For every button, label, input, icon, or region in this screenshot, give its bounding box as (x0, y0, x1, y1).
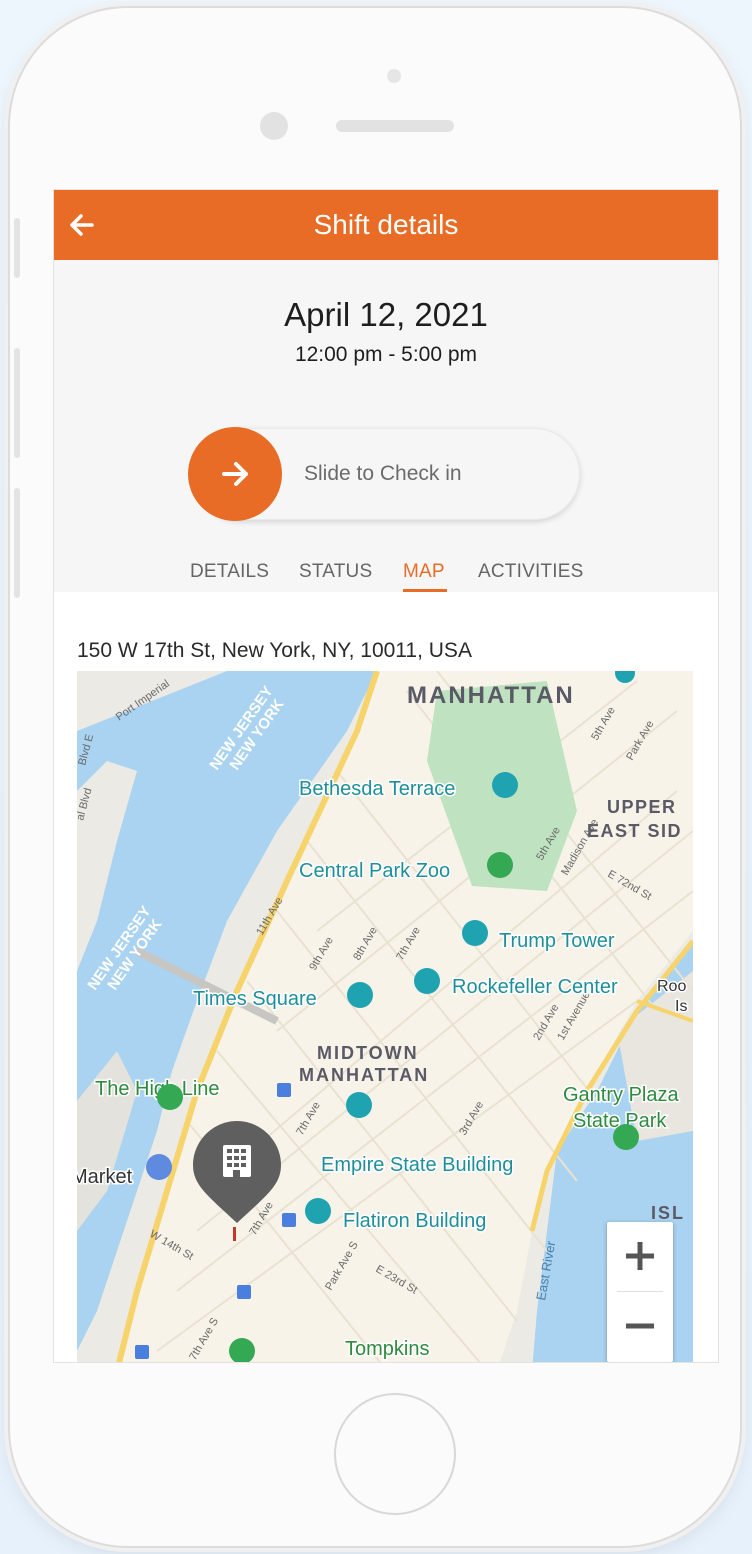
map-area-label: EAST SID (587, 821, 682, 841)
mute-switch (14, 218, 20, 278)
shift-address: 150 W 17th St, New York, NY, 10011, USA (77, 639, 472, 662)
zoom-in-button[interactable] (607, 1222, 673, 1291)
check-in-slider-label: Slide to Check in (304, 462, 462, 485)
map-zoom-controls (607, 1222, 673, 1362)
app-screen: Shift details April 12, 2021 12:00 pm - … (53, 189, 719, 1363)
poi-label: Trump Tower (499, 930, 615, 952)
proximity-sensor (387, 69, 401, 83)
tab-status[interactable]: STATUS (299, 561, 372, 583)
map-canvas: MANHATTAN UPPER EAST SID MIDTOWN MANHATT… (77, 671, 693, 1362)
arrow-right-icon (222, 462, 248, 486)
poi-label: Central Park Zoo (299, 860, 450, 882)
earpiece-speaker (336, 120, 454, 132)
map-area-label: MANHATTAN (407, 682, 575, 709)
tab-details[interactable]: DETAILS (190, 561, 269, 583)
zoom-out-button[interactable] (607, 1292, 673, 1361)
volume-down-button (14, 488, 20, 598)
map-area-label: ISL (651, 1203, 685, 1223)
plus-icon (626, 1242, 654, 1270)
volume-up-button (14, 348, 20, 458)
shift-time-range: 12:00 pm - 5:00 pm (294, 343, 478, 366)
poi-label: Rockefeller Center (452, 976, 618, 998)
map-area-label: UPPER (607, 797, 677, 817)
poi-label: Market (77, 1166, 133, 1188)
poi-label: Gantry Plaza (563, 1084, 679, 1106)
shift-date: April 12, 2021 (284, 296, 488, 333)
map-view[interactable]: MANHATTAN UPPER EAST SID MIDTOWN MANHATT… (77, 671, 693, 1362)
poi-label: Roo (657, 978, 686, 995)
home-button[interactable] (334, 1393, 456, 1515)
page-title: Shift details (313, 209, 459, 240)
minus-icon (626, 1323, 654, 1329)
poi-label: Is (675, 998, 687, 1015)
app-bar: Shift details (54, 190, 718, 260)
tab-activities[interactable]: ACTIVITIES (478, 561, 583, 583)
active-tab-indicator (403, 589, 447, 592)
front-camera (260, 112, 288, 140)
check-in-slider-knob[interactable] (188, 427, 282, 521)
map-area-label: MIDTOWN (317, 1043, 419, 1063)
poi-label: Bethesda Terrace (299, 778, 455, 800)
poi-label: Flatiron Building (343, 1210, 486, 1232)
map-area-label: MANHATTAN (299, 1065, 429, 1085)
poi-label: Empire State Building (321, 1154, 513, 1176)
poi-label: Times Square (193, 988, 317, 1010)
tab-map[interactable]: MAP (403, 561, 445, 583)
poi-label: Tompkins (345, 1338, 429, 1360)
